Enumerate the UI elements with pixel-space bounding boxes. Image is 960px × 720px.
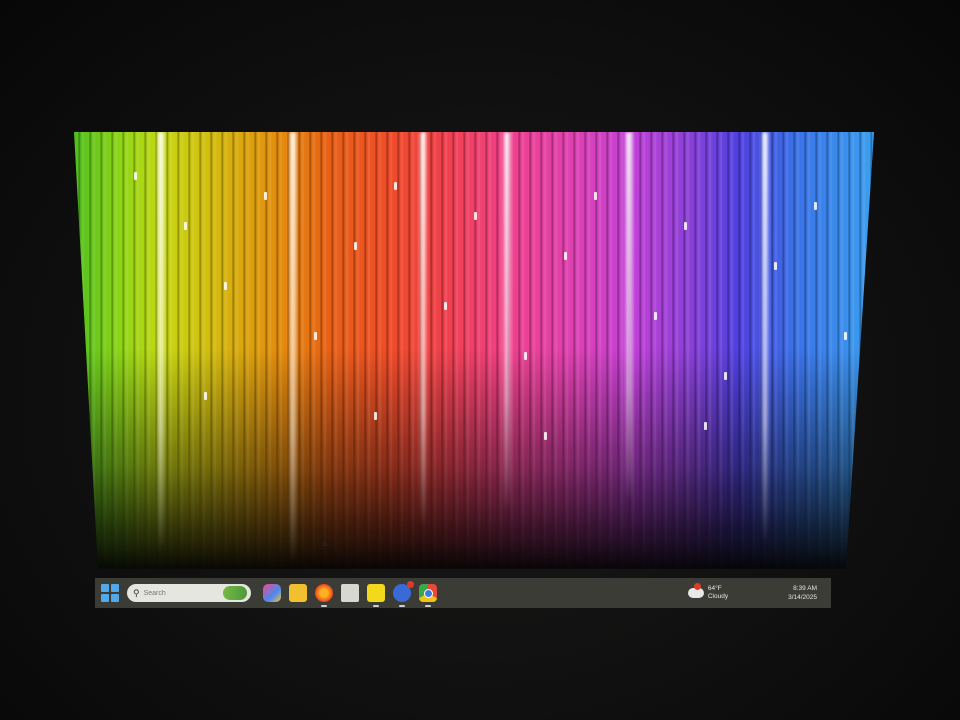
wallpaper-spark	[224, 282, 227, 290]
file-explorer-icon[interactable]	[289, 584, 307, 602]
wallpaper-spark	[684, 222, 687, 230]
sticky-notes-icon[interactable]	[367, 584, 385, 607]
wallpaper-spark	[524, 352, 527, 360]
wallpaper-spark	[204, 392, 207, 400]
wallpaper-spark	[354, 242, 357, 250]
clock-date: 3/14/2025	[788, 594, 817, 601]
power-app-icon[interactable]	[393, 581, 414, 607]
notification-badge	[407, 581, 414, 588]
start-button[interactable]	[101, 584, 119, 602]
wallpaper-spark	[594, 192, 597, 200]
mouse-cursor	[322, 540, 328, 546]
wallpaper-spark	[814, 202, 817, 210]
weather-widget[interactable]: 64°F Cloudy	[687, 583, 728, 601]
mail-icon[interactable]	[341, 584, 359, 602]
wallpaper-spark	[444, 302, 447, 310]
cloudy-weather-icon	[687, 583, 704, 598]
start-tile	[111, 594, 119, 602]
system-clock[interactable]: 8:39 AM 3/14/2025	[788, 584, 817, 602]
projected-screen	[74, 132, 874, 569]
wallpaper-beam	[420, 132, 426, 527]
desktop-wallpaper	[74, 132, 874, 569]
wallpaper-beam	[158, 132, 164, 552]
firefox-icon[interactable]	[315, 584, 333, 607]
start-tile	[101, 594, 109, 602]
wallpaper-spark	[374, 412, 377, 420]
wallpaper-spark	[704, 422, 707, 430]
wallpaper-spark	[394, 182, 397, 190]
search-icon: ⚲	[133, 587, 140, 598]
wallpaper-beam	[626, 132, 632, 502]
weather-condition: Cloudy	[707, 593, 729, 600]
wallpaper-spark	[264, 192, 267, 200]
wallpaper-beam	[290, 132, 296, 562]
wallpaper-spark	[654, 312, 657, 320]
start-tile	[111, 584, 119, 592]
running-indicator	[373, 605, 379, 607]
start-tile	[101, 584, 109, 592]
weather-temperature: 64°F	[707, 585, 722, 592]
wallpaper-beam	[504, 132, 510, 512]
wallpaper-spark	[724, 372, 727, 380]
wallpaper-spark	[774, 262, 777, 270]
wallpaper-spark	[844, 332, 847, 340]
wallpaper-beam	[762, 132, 768, 542]
chrome-icon[interactable]	[419, 584, 437, 607]
wallpaper-spark	[564, 252, 567, 260]
search-input[interactable]	[143, 589, 214, 597]
clock-time: 8:39 AM	[793, 585, 817, 592]
running-indicator	[425, 605, 431, 607]
weather-text: 64°F Cloudy	[708, 585, 728, 601]
wallpaper-spark	[184, 222, 187, 230]
search-box[interactable]: ⚲	[127, 584, 251, 602]
wallpaper-spark	[314, 332, 317, 340]
running-indicator	[321, 605, 327, 607]
wallpaper-stripes	[74, 132, 874, 569]
search-highlight-icon[interactable]	[223, 586, 247, 600]
wallpaper-spark	[134, 172, 137, 180]
wallpaper-spark	[544, 432, 547, 440]
running-indicator	[399, 605, 405, 607]
copilot-icon[interactable]	[263, 584, 281, 602]
wallpaper-spark	[474, 212, 477, 220]
taskbar: ⚲ 64°F Cloudy 8:39 AM 3/14/2025	[95, 578, 831, 608]
